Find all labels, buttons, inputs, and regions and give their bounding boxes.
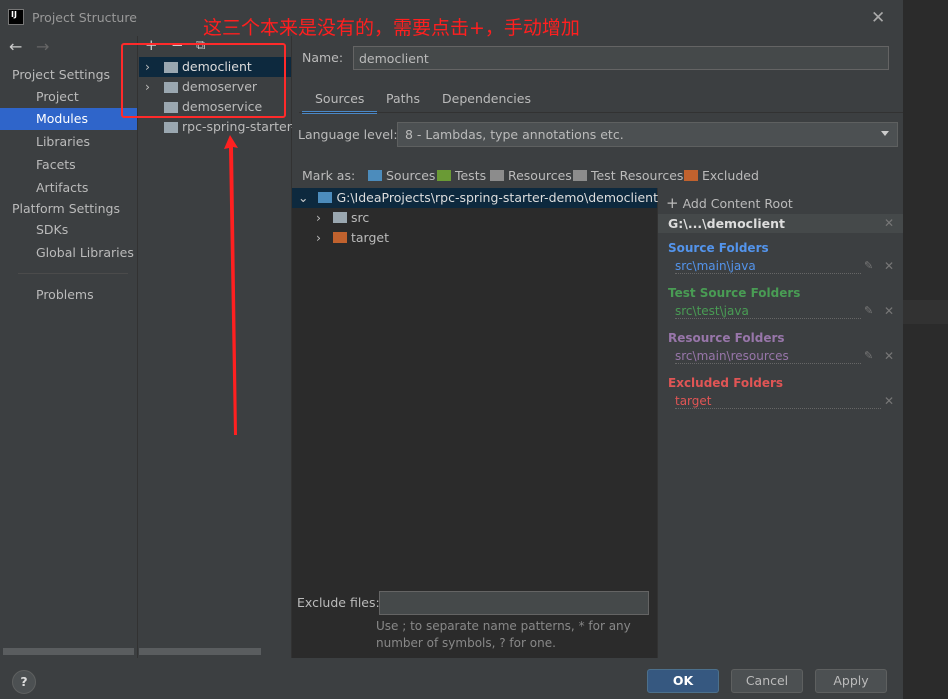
nav-item-artifacts[interactable]: Artifacts <box>0 177 137 199</box>
exclude-hint-line1: Use ; to separate name patterns, * for a… <box>376 619 631 633</box>
tab-sources[interactable]: Sources <box>302 86 378 114</box>
resource-folders-title: Resource Folders <box>668 331 785 345</box>
language-level-select[interactable]: 8 - Lambdas, type annotations etc. <box>397 122 898 147</box>
exclude-files-input[interactable] <box>379 591 649 615</box>
excluded-folder-path: target <box>675 394 881 409</box>
resources-folder-icon <box>490 170 504 181</box>
mark-test-resources-label: Test Resources <box>590 168 684 183</box>
source-folder-path: src\main\java <box>675 259 861 274</box>
chevron-right-icon[interactable]: › <box>316 230 321 245</box>
nav-item-facets[interactable]: Facets <box>0 154 137 176</box>
nav-item-project[interactable]: Project <box>0 86 137 108</box>
name-label: Name: <box>302 50 344 65</box>
tree-row-target[interactable]: › target <box>316 228 389 248</box>
folder-icon <box>332 212 347 223</box>
mark-tests-button[interactable]: Tests <box>437 168 486 184</box>
platform-settings-header: Platform Settings <box>12 201 120 216</box>
test-source-folders-title: Test Source Folders <box>668 286 801 300</box>
tree-target-label: target <box>350 230 389 245</box>
edit-icon[interactable]: ✎ <box>864 259 873 272</box>
remove-icon[interactable]: ✕ <box>884 304 894 318</box>
nav-divider <box>18 273 128 274</box>
intellij-app-icon: IJ <box>8 9 24 25</box>
tests-folder-icon <box>437 170 451 181</box>
language-level-label: Language level: <box>298 127 398 142</box>
chevron-right-icon[interactable]: › <box>316 210 321 225</box>
module-folder-icon <box>164 122 178 133</box>
close-icon[interactable]: ✕ <box>871 10 887 27</box>
back-arrow-icon[interactable]: ← <box>9 37 22 56</box>
mark-resources-button[interactable]: Resources <box>490 168 572 184</box>
exclude-files-label: Exclude files: <box>297 595 380 610</box>
add-content-root-button[interactable]: + Add Content Root <box>666 194 793 212</box>
folder-icon <box>318 192 333 203</box>
nav-scrollbar[interactable] <box>3 648 134 655</box>
mark-as-label: Mark as: <box>302 168 356 183</box>
content-root-path: G:\...\democlient <box>668 216 786 231</box>
cancel-button[interactable]: Cancel <box>731 669 803 693</box>
folder-icon <box>332 232 347 243</box>
tree-row-root[interactable]: ⌄ G:\IdeaProjects\rpc-spring-starter-dem… <box>298 188 658 208</box>
edit-icon[interactable]: ✎ <box>864 304 873 317</box>
nav-item-modules[interactable]: Modules <box>0 108 137 130</box>
language-level-value: 8 - Lambdas, type annotations etc. <box>405 127 624 142</box>
excluded-folder-icon <box>684 170 698 181</box>
mark-resources-label: Resources <box>507 168 572 183</box>
source-folders-title: Source Folders <box>668 241 769 255</box>
annotation-text: 这三个本来是没有的，需要点击+，手动增加 <box>203 17 580 39</box>
remove-content-root-icon[interactable]: ✕ <box>884 216 894 230</box>
mark-sources-button[interactable]: Sources <box>368 168 435 184</box>
sources-folder-icon <box>368 170 382 181</box>
chevron-down-icon <box>881 131 889 136</box>
module-item-rpc-spring-starter[interactable]: rpc-spring-starter- <box>139 117 296 137</box>
background-editor <box>903 0 948 699</box>
tab-divider <box>299 112 903 113</box>
test-source-folder-path: src\test\java <box>675 304 861 319</box>
module-label: rpc-spring-starter- <box>182 119 296 134</box>
background-editor-highlight <box>903 300 948 324</box>
tab-paths[interactable]: Paths <box>373 86 433 112</box>
chevron-down-icon[interactable]: ⌄ <box>298 190 308 205</box>
window-title: Project Structure <box>32 10 137 25</box>
mark-test-resources-button[interactable]: Test Resources <box>573 168 683 184</box>
ok-button[interactable]: OK <box>647 669 719 693</box>
nav-item-problems[interactable]: Problems <box>0 284 137 306</box>
mark-excluded-button[interactable]: Excluded <box>684 168 759 184</box>
add-content-root-label: Add Content Root <box>682 196 793 211</box>
plus-icon: + <box>666 194 679 212</box>
annotation-box <box>121 43 286 118</box>
exclude-hint-line2: number of symbols, ? for one. <box>376 636 556 650</box>
help-button[interactable]: ? <box>12 670 36 694</box>
nav-item-global-libraries[interactable]: Global Libraries <box>0 242 137 264</box>
forward-arrow-icon[interactable]: → <box>36 37 49 56</box>
remove-icon[interactable]: ✕ <box>884 259 894 273</box>
remove-icon[interactable]: ✕ <box>884 394 894 408</box>
module-list-scrollbar[interactable] <box>139 648 261 655</box>
excluded-folders-title: Excluded Folders <box>668 376 784 390</box>
mark-tests-label: Tests <box>454 168 487 183</box>
apply-button[interactable]: Apply <box>815 669 887 693</box>
resource-folder-path: src\main\resources <box>675 349 861 364</box>
nav-item-sdks[interactable]: SDKs <box>0 219 137 241</box>
mark-excluded-label: Excluded <box>701 168 759 183</box>
tab-dependencies[interactable]: Dependencies <box>429 86 544 112</box>
project-settings-header: Project Settings <box>12 67 111 82</box>
annotation-arrow <box>224 135 238 435</box>
tree-row-src[interactable]: › src <box>316 208 369 228</box>
mark-sources-label: Sources <box>385 168 436 183</box>
module-name-input[interactable] <box>353 46 889 70</box>
edit-icon[interactable]: ✎ <box>864 349 873 362</box>
tree-root-label: G:\IdeaProjects\rpc-spring-starter-demo\… <box>336 190 659 205</box>
remove-icon[interactable]: ✕ <box>884 349 894 363</box>
tree-src-label: src <box>350 210 370 225</box>
test-resources-folder-icon <box>573 170 587 181</box>
nav-item-libraries[interactable]: Libraries <box>0 131 137 153</box>
content-root-tree <box>292 188 658 658</box>
